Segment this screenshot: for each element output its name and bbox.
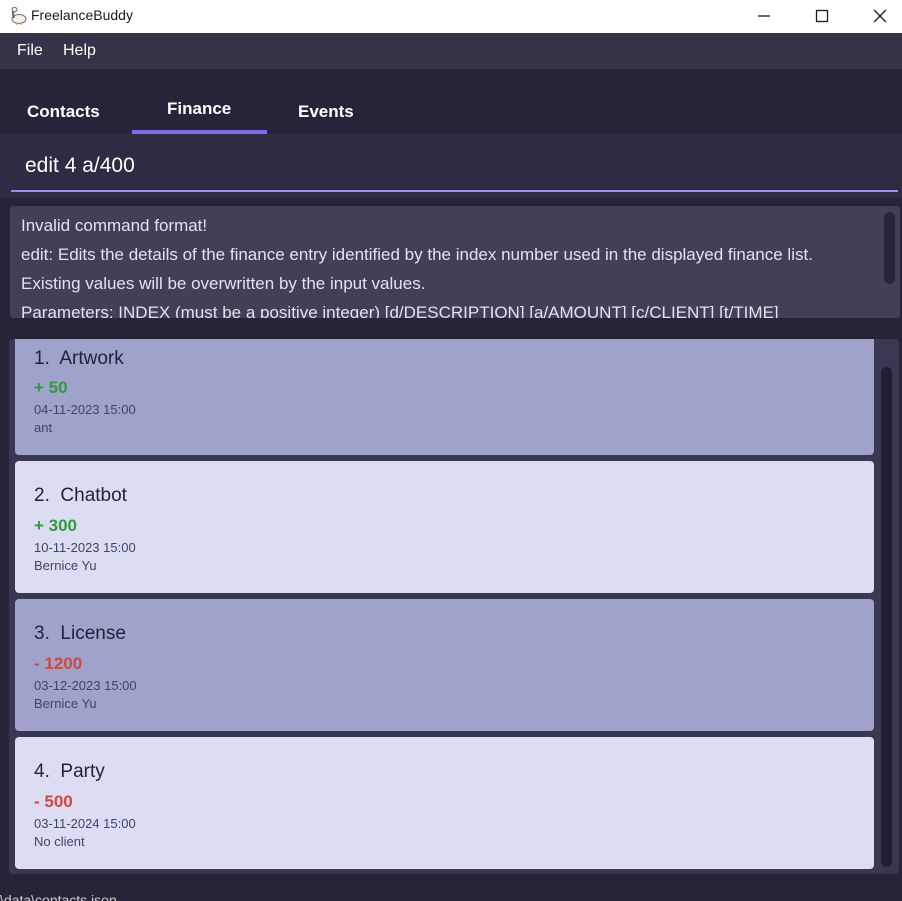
finance-date: 04-11-2023 15:00 xyxy=(34,402,136,417)
window-title: FreelanceBuddy xyxy=(31,7,133,23)
finance-list: 1. Artwork + 50 04-11-2023 15:00 ant 2. … xyxy=(9,339,899,874)
finance-list-scrollbar[interactable] xyxy=(881,367,892,867)
maximize-icon xyxy=(815,9,829,23)
menu-help[interactable]: Help xyxy=(63,42,96,60)
title-bar: FreelanceBuddy xyxy=(0,0,902,33)
tab-bar: Contacts Finance Events xyxy=(0,69,902,134)
result-line: Parameters: INDEX (must be a positive in… xyxy=(21,303,779,318)
finance-client: No client xyxy=(34,834,85,849)
finance-description: 3. License xyxy=(34,623,126,644)
close-icon xyxy=(873,9,887,23)
menu-bar: File Help xyxy=(0,33,902,69)
finance-amount: + 50 xyxy=(34,378,68,397)
tab-events[interactable]: Events xyxy=(298,102,354,122)
finance-card[interactable]: 4. Party - 500 03-11-2024 15:00 No clien… xyxy=(15,737,874,869)
finance-card[interactable]: 3. License - 1200 03-12-2023 15:00 Berni… xyxy=(15,599,874,731)
result-display: Invalid command format! edit: Edits the … xyxy=(10,206,900,318)
finance-description: 2. Chatbot xyxy=(34,485,127,506)
command-box xyxy=(0,134,902,198)
command-input[interactable] xyxy=(11,142,898,192)
finance-description: 4. Party xyxy=(34,761,105,782)
close-button[interactable] xyxy=(851,0,902,33)
finance-card[interactable]: 1. Artwork + 50 04-11-2023 15:00 ant xyxy=(15,339,874,455)
finance-amount: - 500 xyxy=(34,792,73,811)
result-display-panel: Invalid command format! edit: Edits the … xyxy=(0,198,902,326)
status-text: \data\contacts.json xyxy=(0,892,117,901)
finance-date: 03-11-2024 15:00 xyxy=(34,816,136,831)
maximize-button[interactable] xyxy=(793,0,851,33)
goose-icon xyxy=(11,6,27,25)
result-scrollbar[interactable] xyxy=(884,212,895,284)
tab-finance[interactable]: Finance xyxy=(167,99,231,119)
finance-date: 10-11-2023 15:00 xyxy=(34,540,136,555)
finance-amount: + 300 xyxy=(34,516,78,535)
result-line: Invalid command format! xyxy=(21,216,208,235)
finance-client: Bernice Yu xyxy=(34,696,97,711)
finance-description: 1. Artwork xyxy=(34,348,124,369)
tab-contacts[interactable]: Contacts xyxy=(27,102,100,122)
finance-client: ant xyxy=(34,420,53,435)
minimize-icon xyxy=(758,15,770,17)
minimize-button[interactable] xyxy=(735,0,793,33)
finance-date: 03-12-2023 15:00 xyxy=(34,678,137,693)
menu-file[interactable]: File xyxy=(17,42,43,60)
finance-amount: - 1200 xyxy=(34,654,83,673)
result-line: edit: Edits the details of the finance e… xyxy=(21,245,813,264)
finance-client: Bernice Yu xyxy=(34,558,97,573)
status-bar: \data\contacts.json xyxy=(0,892,902,901)
finance-card[interactable]: 2. Chatbot + 300 10-11-2023 15:00 Bernic… xyxy=(15,461,874,593)
result-line: Existing values will be overwritten by t… xyxy=(21,274,426,293)
